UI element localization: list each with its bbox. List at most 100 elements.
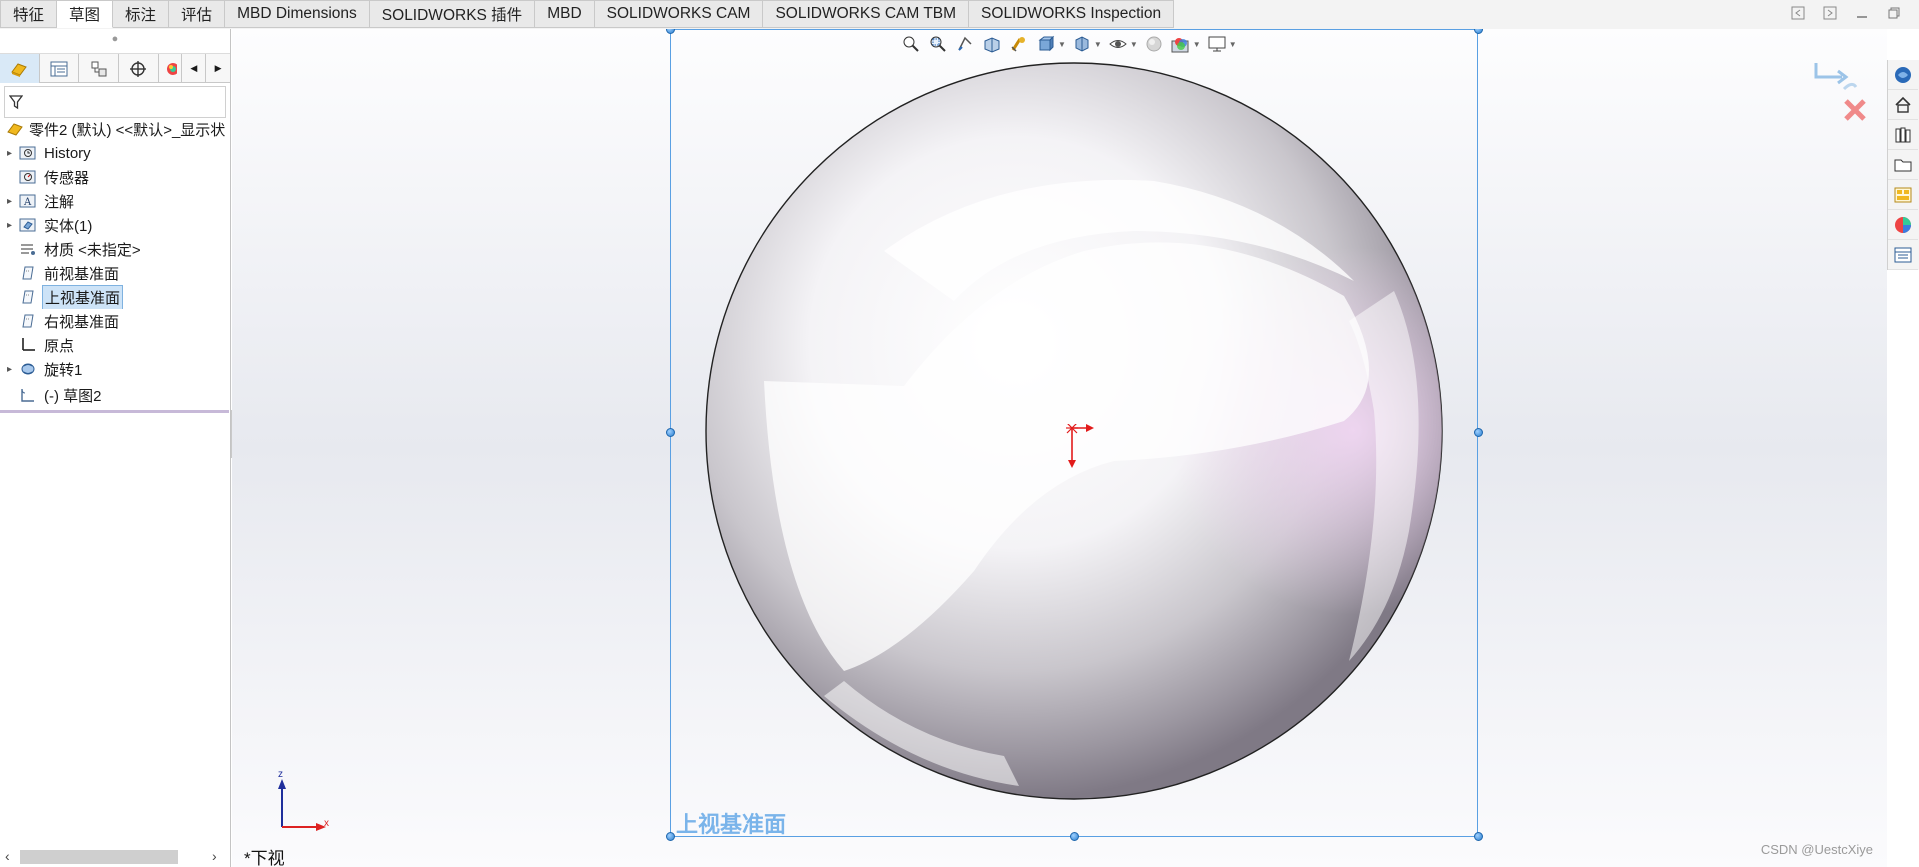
- tree-item-label: 上视基准面: [42, 285, 124, 309]
- tab-evaluate[interactable]: 评估: [169, 0, 226, 28]
- plane-name-label: 上视基准面: [676, 813, 787, 838]
- solid-bodies-icon: [19, 216, 37, 234]
- chevron-right-icon: ▶: [214, 63, 222, 73]
- design-library-icon[interactable]: [1888, 120, 1918, 150]
- tree-item-origin[interactable]: 原点: [0, 333, 231, 357]
- rollback-bar[interactable]: [0, 410, 229, 413]
- property-list-icon: [50, 61, 68, 76]
- home-icon[interactable]: [1888, 90, 1918, 120]
- triad-x-label: x: [324, 818, 329, 829]
- expand-arrow-icon[interactable]: ▸: [7, 364, 19, 375]
- tab-sketch[interactable]: 草图: [57, 0, 114, 28]
- appearance-icon: [167, 62, 178, 75]
- tree-item-right-plane[interactable]: 右视基准面: [0, 309, 231, 333]
- property-manager-tab[interactable]: [40, 54, 80, 83]
- crosshair-icon: [130, 60, 147, 77]
- plane-icon: [19, 312, 37, 330]
- tree-item-label: 旋转1: [44, 361, 83, 379]
- tab-solidworks-cam[interactable]: SOLIDWORKS CAM: [594, 0, 764, 28]
- history-folder-icon: [19, 144, 37, 162]
- scroll-right-icon[interactable]: ›: [212, 848, 217, 864]
- sensor-icon: [19, 168, 37, 186]
- origin-marker[interactable]: [1058, 424, 1098, 474]
- origin-icon: [19, 336, 37, 354]
- tree-item-sensors[interactable]: 传感器: [0, 165, 231, 189]
- tree-item-front-plane[interactable]: 前视基准面: [0, 261, 231, 285]
- plane-icon: [19, 288, 37, 306]
- plane-handle-right[interactable]: [1474, 428, 1483, 437]
- solidworks-resources-icon[interactable]: [1888, 60, 1918, 90]
- plane-handle-top-right[interactable]: [1474, 29, 1483, 34]
- graphics-area[interactable]: ▼ ▼ ▼ ▼ ▼ 上视基准面 z x *下视 CSDN @UestcXiye: [232, 29, 1887, 867]
- panel-grip[interactable]: ●: [0, 29, 230, 54]
- restore-left-icon[interactable]: [1789, 6, 1807, 22]
- plane-handle-bottom[interactable]: [1070, 832, 1079, 841]
- expand-arrow-icon[interactable]: ▸: [7, 148, 19, 159]
- plane-handle-bottom-left[interactable]: [666, 832, 675, 841]
- scroll-left-icon[interactable]: ‹: [5, 848, 10, 864]
- tab-mbd-dimensions[interactable]: MBD Dimensions: [225, 0, 370, 28]
- view-orientation-label: *下视: [244, 849, 285, 867]
- minimize-icon[interactable]: [1853, 6, 1871, 22]
- tree-root[interactable]: 零件2 (默认) <<默认>_显示状: [0, 117, 231, 141]
- plane-handle-left[interactable]: [666, 428, 675, 437]
- plane-icon: [19, 264, 37, 282]
- tabs-scroll-right[interactable]: ▶: [206, 54, 230, 83]
- tree-horizontal-scrollbar[interactable]: ‹ ›: [0, 847, 230, 867]
- tree-item-label: 传感器: [44, 169, 90, 187]
- feature-manager-tab[interactable]: [0, 54, 40, 83]
- tree-item-annotations[interactable]: ▸ A 注解: [0, 189, 231, 213]
- tab-solidworks-addins[interactable]: SOLIDWORKS 插件: [369, 0, 536, 28]
- sketch-icon: [19, 386, 37, 404]
- tree-item-revolve[interactable]: ▸ 旋转1: [0, 357, 231, 381]
- triad-z-label: z: [278, 769, 283, 780]
- tree-item-label: 注解: [44, 193, 75, 211]
- display-manager-tab[interactable]: [159, 54, 183, 83]
- exit-sketch-icon[interactable]: [1812, 59, 1860, 95]
- restore-right-icon[interactable]: [1821, 6, 1839, 22]
- manager-tabs: ◀ ▶: [0, 54, 230, 83]
- tree-item-history[interactable]: ▸ History: [0, 141, 231, 165]
- tab-solidworks-cam-tbm[interactable]: SOLIDWORKS CAM TBM: [763, 0, 970, 28]
- cancel-sketch-icon[interactable]: [1842, 97, 1868, 123]
- dimxpert-manager-tab[interactable]: [119, 54, 159, 83]
- tabs-scroll-left[interactable]: ◀: [182, 54, 207, 83]
- reference-triad: z x: [278, 769, 329, 831]
- maximize-icon[interactable]: [1885, 6, 1903, 22]
- filter-icon: [9, 95, 23, 110]
- feature-manager-icon: [11, 62, 28, 77]
- configuration-icon: [91, 61, 107, 76]
- tree-filter[interactable]: [4, 86, 226, 118]
- appearances-scenes-icon[interactable]: [1888, 210, 1918, 240]
- tab-mbd[interactable]: MBD: [535, 0, 595, 28]
- revolve-icon: [19, 360, 37, 378]
- feature-manager-panel: ● ◀ ▶ 零件2 (默认) <<默认>_显示状 ▸ History 传感器 ▸…: [0, 29, 231, 867]
- command-manager-tabs: 特征 草图 标注 评估 MBD Dimensions SOLIDWORKS 插件…: [0, 0, 1919, 29]
- tree-item-top-plane[interactable]: 上视基准面: [0, 285, 231, 309]
- scroll-thumb[interactable]: [20, 850, 178, 864]
- expand-arrow-icon[interactable]: ▸: [7, 220, 19, 231]
- plane-handle-bottom-right[interactable]: [1474, 832, 1483, 841]
- tree-item-label: 材质 <未指定>: [44, 241, 141, 259]
- root-label: 零件2 (默认) <<默认>_显示状: [29, 121, 226, 139]
- file-explorer-icon[interactable]: [1888, 150, 1918, 180]
- tree-item-solid-bodies[interactable]: ▸ 实体(1): [0, 213, 231, 237]
- tree-item-material[interactable]: 材质 <未指定>: [0, 237, 231, 261]
- tree-item-sketch[interactable]: (-) 草图2: [0, 383, 231, 407]
- view-palette-icon[interactable]: [1888, 180, 1918, 210]
- tab-annotation[interactable]: 标注: [113, 0, 170, 28]
- tab-solidworks-inspection[interactable]: SOLIDWORKS Inspection: [969, 0, 1175, 28]
- svg-text:A: A: [23, 197, 32, 208]
- task-pane: [1887, 60, 1919, 270]
- configuration-manager-tab[interactable]: [79, 54, 119, 83]
- chevron-left-icon: ◀: [190, 63, 198, 73]
- tree-item-label: History: [44, 144, 91, 162]
- custom-properties-icon[interactable]: [1888, 240, 1918, 270]
- feature-tree: 零件2 (默认) <<默认>_显示状 ▸ History 传感器 ▸ A 注解 …: [0, 117, 231, 407]
- annotation-icon: A: [19, 192, 37, 210]
- tree-item-label: (-) 草图2: [44, 387, 102, 405]
- tab-features[interactable]: 特征: [0, 0, 58, 28]
- part-icon: [6, 120, 24, 138]
- tree-item-label: 前视基准面: [44, 265, 120, 283]
- expand-arrow-icon[interactable]: ▸: [7, 196, 19, 207]
